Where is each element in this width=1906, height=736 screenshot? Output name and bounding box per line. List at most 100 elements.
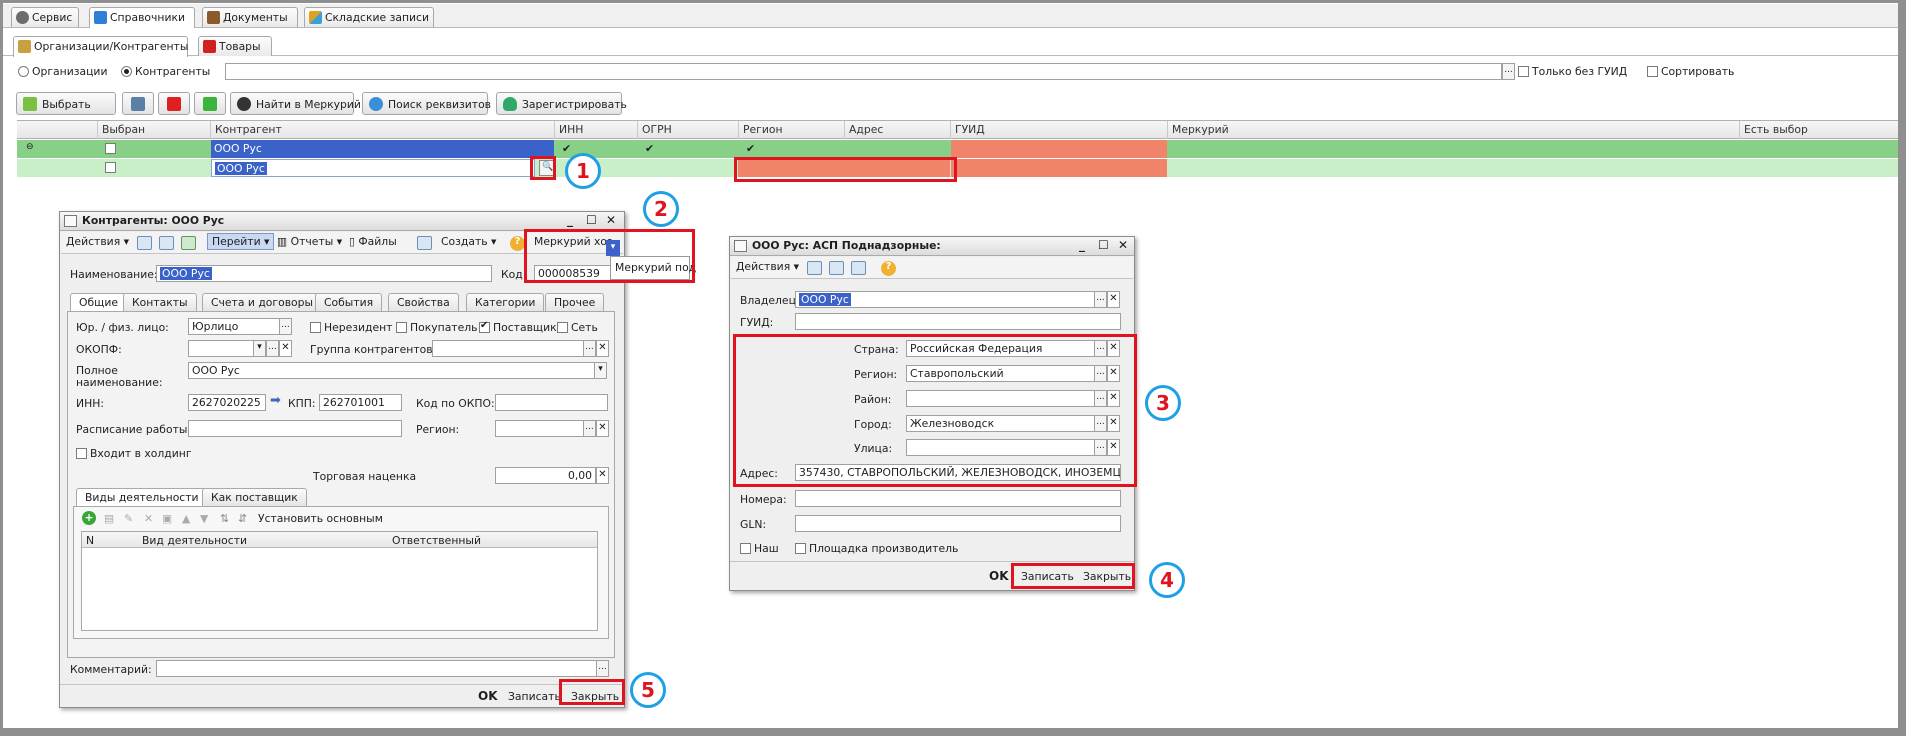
filter-input[interactable] (225, 63, 1502, 80)
col-has-choice[interactable]: Есть выбор (1744, 123, 1808, 136)
sort-desc-icon[interactable]: ⇵ (238, 512, 247, 525)
arrow-down-icon[interactable]: ▼ (200, 512, 208, 525)
radio-organizations[interactable]: Организации (18, 65, 107, 78)
tab-general[interactable]: Общие (70, 293, 127, 312)
camera-icon[interactable] (417, 236, 432, 250)
write-button[interactable]: Записать (508, 690, 561, 703)
markup-clear-button[interactable]: ✕ (596, 467, 609, 484)
okopf-field[interactable] (188, 340, 254, 357)
refresh-icon[interactable] (829, 261, 844, 275)
close-icon[interactable]: ✕ (1118, 238, 1128, 252)
set-main-button[interactable]: Установить основным (258, 512, 383, 525)
tab-as-supplier[interactable]: Как поставщик (202, 488, 307, 506)
col-selected[interactable]: Выбран (102, 123, 145, 136)
sort-asc-icon[interactable]: ⇅ (220, 512, 229, 525)
comment-select-button[interactable]: ... (596, 660, 609, 677)
tab-directories[interactable]: Справочники (89, 7, 195, 28)
reports-menu[interactable]: ▥ Отчеты ▾ (277, 235, 342, 248)
tab-service[interactable]: Сервис (11, 7, 79, 27)
pencil-icon[interactable]: ✎ (124, 512, 133, 525)
settings-icon[interactable] (851, 261, 866, 275)
sort-checkbox[interactable]: Сортировать (1647, 65, 1734, 78)
tab-warehouse[interactable]: Складские записи (304, 7, 434, 27)
disk-icon[interactable]: ▣ (162, 512, 172, 525)
full-name-field[interactable]: ООО Рус (188, 362, 595, 379)
find-mercury-button[interactable]: Найти в Меркурий (230, 92, 361, 115)
edit-button[interactable] (122, 92, 154, 115)
supplier-checkbox[interactable]: Поставщик (479, 320, 557, 334)
region-clear-button[interactable]: ✕ (596, 420, 609, 437)
owner-select-button[interactable]: ... (1094, 291, 1107, 308)
table-row[interactable]: ⊖ ООО Рус ✔ ✔ ✔ (17, 140, 1898, 158)
maximize-button[interactable]: ☐ (1098, 238, 1109, 252)
tab-categories[interactable]: Категории (466, 293, 545, 311)
structure-icon[interactable] (181, 236, 196, 250)
okpo-field[interactable] (495, 394, 608, 411)
add-icon[interactable]: + (82, 511, 96, 525)
save-icon[interactable] (807, 261, 822, 275)
create-menu[interactable]: Создать ▾ (441, 235, 496, 248)
full-name-dropdown[interactable]: ▾ (594, 362, 607, 379)
inn-field[interactable]: 2627020225 (188, 394, 266, 411)
schedule-field[interactable] (188, 420, 402, 437)
row-select-checkbox[interactable] (105, 162, 116, 173)
tab-activities[interactable]: Виды деятельности (76, 488, 208, 507)
okopf-dropdown[interactable]: ▾ (253, 340, 266, 357)
refresh-icon[interactable] (159, 236, 174, 250)
close-icon[interactable]: ✕ (606, 213, 616, 227)
okopf-select-button[interactable]: ... (266, 340, 279, 357)
ok-button[interactable]: OK (989, 569, 1009, 583)
comment-field[interactable] (156, 660, 597, 677)
col-ogrn[interactable]: ОГРН (642, 123, 672, 136)
tab-events[interactable]: События (315, 293, 383, 311)
maximize-button[interactable]: ☐ (586, 213, 597, 227)
minimize-button[interactable]: _ (567, 213, 573, 227)
okopf-clear-button[interactable]: ✕ (279, 340, 292, 357)
group-clear-button[interactable]: ✕ (596, 340, 609, 357)
minimize-button[interactable]: _ (1079, 238, 1085, 252)
radio-contractors[interactable]: Контрагенты (121, 65, 210, 78)
go-menu[interactable]: Перейти ▾ (207, 233, 275, 250)
tab-goods[interactable]: Товары (198, 36, 272, 56)
holding-checkbox[interactable]: Входит в холдинг (76, 447, 192, 460)
kpp-field[interactable]: 262701001 (319, 394, 402, 411)
tab-organizations[interactable]: Организации/Контрагенты (13, 36, 188, 57)
col-activity[interactable]: Вид деятельности (142, 534, 247, 547)
row-select-checkbox[interactable] (105, 143, 116, 154)
group-field[interactable] (432, 340, 584, 357)
select-button[interactable]: Выбрать (16, 92, 116, 115)
delete-icon[interactable]: ✕ (144, 512, 153, 525)
ours-checkbox[interactable]: Наш (740, 542, 779, 555)
tab-accounts[interactable]: Счета и договоры (202, 293, 323, 311)
only-no-guid-checkbox[interactable]: Только без ГУИД (1518, 65, 1627, 78)
copy-icon[interactable]: ▤ (104, 512, 114, 525)
col-contractor[interactable]: Контрагент (215, 123, 282, 136)
guid-field[interactable] (795, 313, 1121, 330)
tab-other[interactable]: Прочее (545, 293, 605, 311)
files-button[interactable]: ▯ Файлы (349, 235, 397, 248)
actions-menu[interactable]: Действия ▾ (66, 235, 129, 248)
table-row[interactable]: ООО Рус 🔍 (17, 159, 1898, 177)
expand-icon[interactable]: ⊖ (23, 140, 37, 158)
numbers-field[interactable] (795, 490, 1121, 507)
contractor-edit-field[interactable]: ООО Рус (211, 159, 535, 177)
add-button[interactable] (194, 92, 226, 115)
tab-documents[interactable]: Документы (202, 7, 298, 27)
owner-field[interactable]: ООО Рус (795, 291, 1095, 308)
buyer-checkbox[interactable]: Покупатель (396, 321, 478, 334)
col-responsible[interactable]: Ответственный (392, 534, 481, 547)
col-mercury[interactable]: Меркурий (1172, 123, 1229, 136)
tab-properties[interactable]: Свойства (388, 293, 459, 311)
ok-button[interactable]: OK (478, 689, 498, 703)
gln-field[interactable] (795, 515, 1121, 532)
col-address[interactable]: Адрес (849, 123, 883, 136)
col-guid[interactable]: ГУИД (955, 123, 985, 136)
contractor-cell[interactable]: ООО Рус (211, 140, 554, 158)
network-checkbox[interactable]: Сеть (557, 321, 598, 334)
search-requisites-button[interactable]: Поиск реквизитов (362, 92, 491, 115)
help-icon[interactable]: ? (510, 236, 525, 251)
delete-button[interactable] (158, 92, 190, 115)
filter-select-button[interactable]: ... (1502, 63, 1515, 80)
actions-menu[interactable]: Действия ▾ (736, 260, 799, 273)
producer-checkbox[interactable]: Площадка производитель (795, 542, 958, 555)
